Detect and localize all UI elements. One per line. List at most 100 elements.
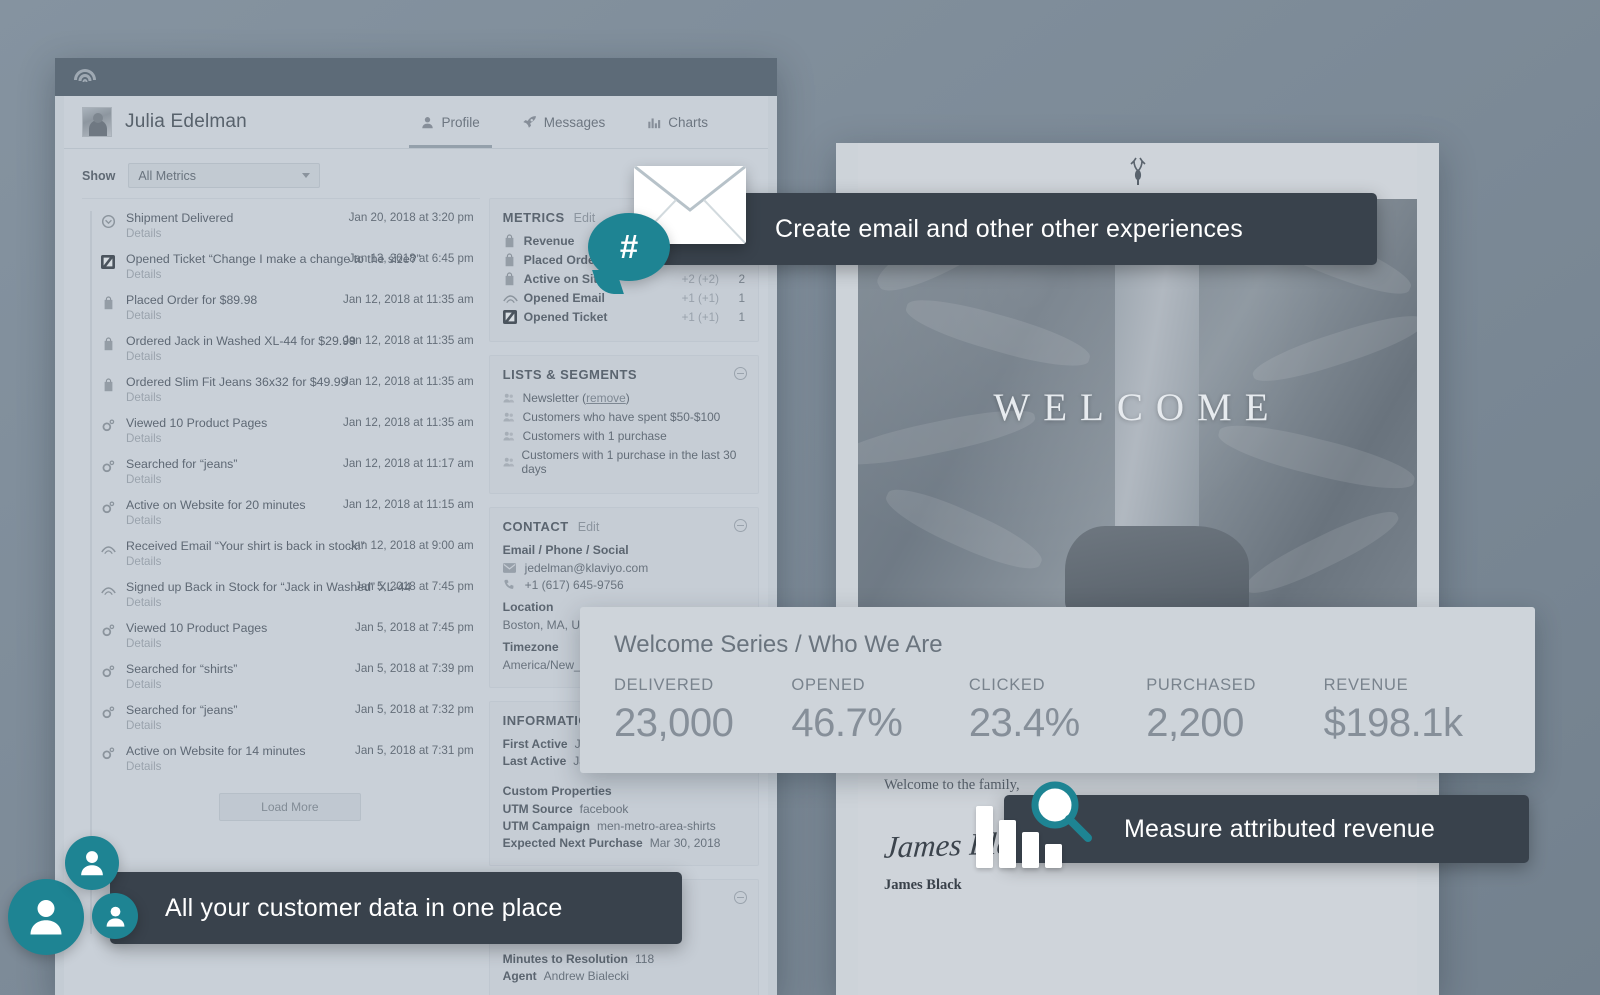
collapse-icon[interactable] xyxy=(734,367,747,380)
timeline-details-link[interactable]: Details xyxy=(126,555,480,568)
bag-icon xyxy=(503,234,518,248)
bar-chart-icon xyxy=(647,116,661,129)
timeline-details-link[interactable]: Details xyxy=(126,309,480,322)
stat-block: DELIVERED 23,000 xyxy=(614,676,791,746)
timeline-details-link[interactable]: Details xyxy=(126,227,480,240)
crm-titlebar xyxy=(55,58,777,96)
metric-delta: +1 (+1) xyxy=(681,310,719,324)
callout-customer-data: All your customer data in one place xyxy=(110,872,682,944)
tab-charts[interactable]: Charts xyxy=(647,96,708,148)
segment-label: Customers who have spent $50-$100 xyxy=(522,410,721,424)
people-icon xyxy=(8,879,84,955)
segment-remove-link[interactable]: remove xyxy=(586,391,626,405)
rocket-icon xyxy=(522,115,537,130)
gear-icon xyxy=(100,623,116,639)
segment-row: Customers who have spent $50-$100 xyxy=(503,410,745,424)
deer-antler-icon xyxy=(858,143,1417,199)
custom-properties-label: Custom Properties xyxy=(502,784,612,798)
contact-phone: +1 (617) 645-9756 xyxy=(524,578,624,592)
minutes-label: Minutes to Resolution xyxy=(502,952,628,966)
timeline-details-link[interactable]: Details xyxy=(126,719,480,732)
timeline-date: Jan 12, 2018 at 11:35 am xyxy=(343,416,474,429)
expected-purchase-row: Expected Next Purchase Mar 30, 2018 xyxy=(503,836,745,850)
contact-email-row: jedelman@klaviyo.com xyxy=(502,561,745,575)
gear-icon xyxy=(100,459,116,475)
contact-edit-link[interactable]: Edit xyxy=(578,520,600,534)
bag-icon xyxy=(100,377,116,393)
metric-value: 1 xyxy=(738,291,745,305)
stat-label: PURCHASED xyxy=(1146,676,1257,694)
people-icon xyxy=(92,893,138,939)
agent-label: Agent xyxy=(502,969,537,983)
bag-icon xyxy=(100,336,116,352)
email-closing: Welcome to the family, xyxy=(884,777,1020,793)
gear-icon xyxy=(100,705,116,721)
stat-label: DELIVERED xyxy=(614,676,714,694)
expected-purchase-value: Mar 30, 2018 xyxy=(649,836,721,850)
timeline-date: Jan 12, 2018 at 11:35 am xyxy=(343,293,474,306)
timeline-row: Signed up Back in Stock for “Jack in Was… xyxy=(100,574,480,615)
timeline-details-link[interactable]: Details xyxy=(126,391,480,404)
timeline-row: Viewed 10 Product Pages Jan 5, 2018 at 7:… xyxy=(100,615,480,656)
contact-section-label: Email / Phone / Social xyxy=(502,543,629,557)
timeline-details-link[interactable]: Details xyxy=(126,473,480,486)
timeline-date: Jan 5, 2018 at 7:39 pm xyxy=(355,662,474,675)
metrics-filter-select[interactable]: All Metrics xyxy=(128,163,321,188)
chevron-down-icon xyxy=(302,173,311,178)
callout-create-email: Create email and other other experiences xyxy=(660,193,1377,265)
timeline-date: Jan 5, 2018 at 7:45 pm xyxy=(355,580,474,593)
agent-row: Agent Andrew Bialecki xyxy=(503,969,745,983)
timeline-date: Jan 12, 2018 at 11:35 am xyxy=(343,334,474,347)
timeline-row: Active on Website for 20 minutes Jan 12, … xyxy=(100,492,480,533)
gear-icon xyxy=(100,746,116,762)
people-icon xyxy=(65,836,119,890)
stat-block: OPENED 46.7% xyxy=(791,676,968,746)
utm-campaign-label: UTM Campaign xyxy=(502,819,590,833)
stat-block: CLICKED 23.4% xyxy=(969,676,1146,746)
stat-value: 23.4% xyxy=(968,701,1080,745)
timeline-row: Active on Website for 14 minutes Jan 5, 2… xyxy=(100,738,480,779)
hero-welcome-text: WELCOME xyxy=(993,386,1282,429)
tab-profile[interactable]: Profile xyxy=(409,96,493,148)
contact-email: jedelman@klaviyo.com xyxy=(524,561,649,575)
timeline-date: Jan 12, 2018 at 9:00 am xyxy=(348,539,474,552)
collapse-icon[interactable] xyxy=(734,891,747,904)
stat-label: CLICKED xyxy=(968,676,1046,694)
bag-icon xyxy=(503,253,518,267)
metric-value: 2 xyxy=(738,272,745,286)
timeline-date: Jan 12, 2018 at 11:15 am xyxy=(343,498,474,511)
lists-segments-card: LISTS & SEGMENTS Newsletter (remove) Cust… xyxy=(488,355,759,494)
magnifier-icon xyxy=(1026,778,1098,850)
timeline-details-link[interactable]: Details xyxy=(126,432,480,445)
timeline-details-link[interactable]: Details xyxy=(126,514,480,527)
timeline-date: Jan 12, 2018 at 11:17 am xyxy=(343,457,474,470)
timeline-details-link[interactable]: Details xyxy=(126,760,480,773)
lists-card-title: LISTS & SEGMENTS xyxy=(502,367,638,382)
agent-value: Andrew Bialecki xyxy=(543,969,630,983)
first-active-label: First Active xyxy=(502,737,568,751)
email-preview-window: WELCOME We obsess over every detail: the… xyxy=(836,143,1439,995)
load-more-button[interactable]: Load More xyxy=(218,793,361,821)
people-small-icon xyxy=(503,411,517,423)
timeline-details-link[interactable]: Details xyxy=(126,350,480,363)
people-small-icon xyxy=(503,456,516,468)
zendesk-icon xyxy=(100,254,116,270)
tab-messages[interactable]: Messages xyxy=(522,96,605,148)
metrics-edit-link[interactable]: Edit xyxy=(574,211,596,225)
timeline-details-link[interactable]: Details xyxy=(126,268,480,281)
show-label: Show xyxy=(82,168,116,183)
people-small-icon xyxy=(503,430,517,442)
contact-phone-row: +1 (617) 645-9756 xyxy=(503,578,745,592)
collapse-icon[interactable] xyxy=(734,519,747,532)
stat-value: 46.7% xyxy=(791,701,903,745)
timeline-details-link[interactable]: Details xyxy=(126,637,480,650)
utm-source-value: facebook xyxy=(579,802,629,816)
stat-value: 2,200 xyxy=(1146,701,1244,745)
segment-suffix: ) xyxy=(625,391,630,405)
utm-source-label: UTM Source xyxy=(502,802,573,816)
timeline-details-link[interactable]: Details xyxy=(126,678,480,691)
metrics-filter-value: All Metrics xyxy=(138,168,196,183)
timeline-details-link[interactable]: Details xyxy=(126,596,480,609)
tab-profile-label: Profile xyxy=(441,114,480,130)
metrics-card-title: METRICS xyxy=(502,210,565,225)
